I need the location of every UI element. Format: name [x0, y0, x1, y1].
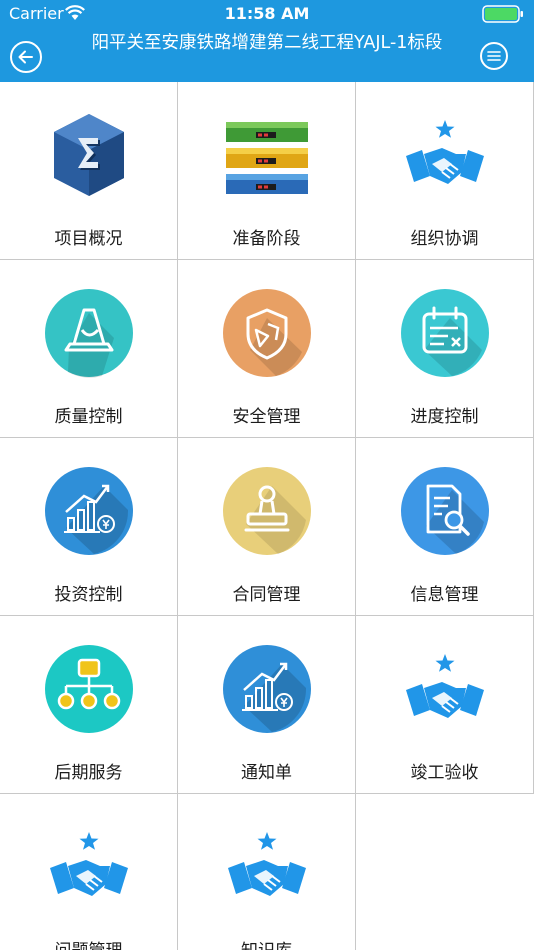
module-item-investment-control[interactable]: 投资控制 [0, 438, 178, 616]
module-label: 准备阶段 [232, 229, 301, 249]
handshake-icon [228, 832, 306, 896]
module-label: 投资控制 [54, 585, 123, 605]
battery-icon [482, 5, 523, 23]
module-item-knowledge-base[interactable]: 知识库 [178, 794, 356, 950]
module-item-issue-management[interactable]: 问题管理 [0, 794, 178, 950]
module-label: 进度控制 [410, 407, 479, 427]
handshake-icon [406, 120, 484, 184]
traffic-cone-icon [45, 289, 133, 378]
server-stack-icon [226, 122, 308, 194]
app-header: Carrier 11:58 AM 阳平关至安康铁路增建第二线工程YAJL-1标段 [0, 0, 534, 82]
module-label: 质量控制 [54, 407, 123, 427]
module-item-progress-control[interactable]: 进度控制 [356, 260, 534, 438]
calendar-icon [401, 289, 489, 377]
module-item-after-service[interactable]: 后期服务 [0, 616, 178, 794]
module-item-project-overview[interactable]: 项目概况 [0, 82, 178, 260]
module-label: 竣工验收 [410, 763, 479, 783]
status-bar: Carrier 11:58 AM [0, 0, 534, 28]
module-label: 后期服务 [54, 763, 123, 783]
handshake-icon [50, 832, 128, 896]
module-label: 项目概况 [54, 229, 123, 249]
arrow-left-icon [18, 50, 33, 64]
investment-chart-icon [45, 467, 133, 555]
page-title: 阳平关至安康铁路增建第二线工程YAJL-1标段 [91, 33, 443, 53]
module-item-contract[interactable]: 合同管理 [178, 438, 356, 616]
module-label: 合同管理 [232, 585, 301, 605]
nav-bar: 阳平关至安康铁路增建第二线工程YAJL-1标段 [0, 28, 534, 82]
module-item-preparation[interactable]: 准备阶段 [178, 82, 356, 260]
stamp-icon [223, 467, 311, 555]
module-item-coordination[interactable]: 组织协调 [356, 82, 534, 260]
hamburger-icon [487, 51, 501, 61]
module-label: 通知单 [241, 763, 292, 783]
back-button[interactable] [10, 41, 42, 73]
module-item-notice[interactable]: 通知单 [178, 616, 356, 794]
status-time: 11:58 AM [224, 4, 310, 23]
sigma-cube-icon [54, 114, 124, 196]
module-grid: 项目概况 准备阶段 组织协调 质量控制 安全管理 进度控制 投资控制 合同管理 … [0, 82, 534, 950]
module-label: 安全管理 [232, 407, 301, 427]
handshake-icon [406, 654, 484, 718]
module-item-completion-acceptance[interactable]: 竣工验收 [356, 616, 534, 794]
module-item-safety[interactable]: 安全管理 [178, 260, 356, 438]
module-item-quality-control[interactable]: 质量控制 [0, 260, 178, 438]
document-search-icon [401, 467, 489, 555]
module-item-information[interactable]: 信息管理 [356, 438, 534, 616]
org-chart-icon [45, 645, 133, 733]
shield-icon [223, 289, 311, 377]
module-label: 信息管理 [410, 585, 479, 605]
module-label: 组织协调 [410, 229, 479, 249]
menu-button[interactable] [480, 42, 508, 70]
module-label: 知识库 [178, 936, 355, 950]
module-label: 问题管理 [0, 936, 177, 950]
investment-chart-icon [223, 645, 311, 733]
